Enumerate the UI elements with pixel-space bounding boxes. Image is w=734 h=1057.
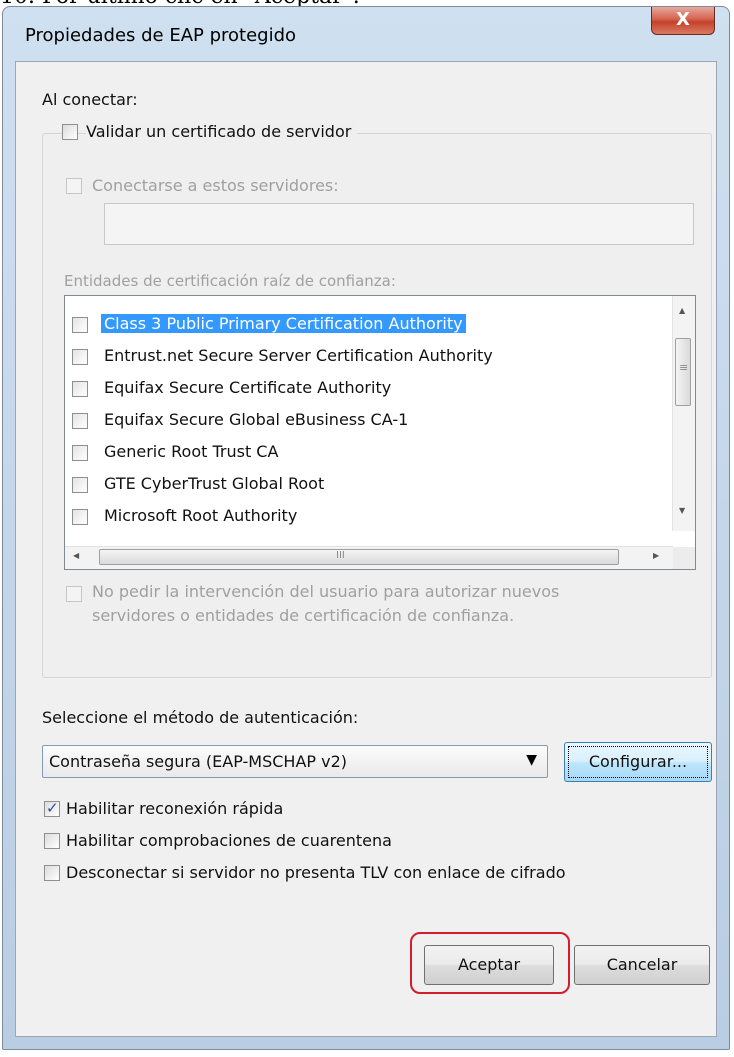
tlv-label[interactable]: Desconectar si servidor no presenta TLV … [66,863,566,882]
auth-method-value: Contraseña segura (EAP-MSCHAP v2) [49,752,348,771]
list-item[interactable]: Class 3 Public Primary Certification Aut… [65,308,655,340]
quarantine-checkbox[interactable] [44,833,60,849]
list-item[interactable]: Equifax Secure Certificate Authority [65,372,655,404]
chevron-down-icon: ▼ [526,752,537,768]
title-bar: Propiedades de EAP protegido X [3,7,729,63]
configure-button[interactable]: Configurar... [564,742,712,782]
trusted-roots-label: Entidades de certificación raíz de confi… [64,272,396,290]
validate-cert-checkbox[interactable] [62,124,78,140]
no-prompt-checkbox[interactable] [66,586,82,602]
auth-method-label: Seleccione el método de autenticación: [42,708,359,727]
trusted-roots-list[interactable]: Class 3 Public Primary Certification Aut… [64,295,696,570]
connect-servers-checkbox[interactable] [66,178,82,194]
horizontal-scrollbar[interactable]: ◀ III ▶ [65,546,673,569]
grip-icon: ≡ [679,361,689,374]
list-item-checkbox[interactable] [72,317,88,333]
list-item-label: Class 3 Public Primary Certification Aut… [101,314,466,333]
no-prompt-label-line1[interactable]: No pedir la intervención del usuario par… [92,582,559,601]
tlv-checkbox[interactable] [44,865,60,881]
cancel-button[interactable]: Cancelar [574,945,710,985]
focus-ring [568,746,708,778]
list-item-label: Generic Root Trust CA [104,442,279,461]
cancel-button-label: Cancelar [606,955,678,974]
list-item[interactable]: Entrust.net Secure Server Certification … [65,340,655,372]
list-item[interactable]: Microsoft Root Authority [65,500,655,532]
vertical-scroll-thumb[interactable]: ≡ [675,338,691,406]
grip-icon: III [336,550,345,561]
close-icon: X [676,9,690,30]
list-item-label: Entrust.net Secure Server Certification … [104,346,493,365]
window-title: Propiedades de EAP protegido [25,25,297,46]
scroll-left-icon[interactable]: ◀ [73,551,79,560]
scrollbar-corner [673,547,695,569]
highlight-ring [410,932,570,994]
close-button[interactable]: X [651,7,715,35]
scroll-down-icon[interactable]: ▼ [679,506,685,515]
list-item-checkbox[interactable] [72,477,88,493]
list-item-label: GTE CyberTrust Global Root [104,474,325,493]
list-item[interactable]: Generic Root Trust CA [65,436,655,468]
validate-cert-label[interactable]: Validar un certificado de servidor [86,122,358,141]
list-item-checkbox[interactable] [72,509,88,525]
vertical-scrollbar[interactable]: ▲ ≡ ▼ [672,296,695,531]
check-icon: ✓ [46,799,59,817]
list-item-checkbox[interactable] [72,381,88,397]
list-item-checkbox[interactable] [72,349,88,365]
list-item-checkbox[interactable] [72,445,88,461]
scroll-up-icon[interactable]: ▲ [679,306,685,315]
servers-input[interactable] [104,203,694,245]
connect-heading: Al conectar: [42,90,138,109]
scroll-right-icon[interactable]: ▶ [653,551,659,560]
list-item-checkbox[interactable] [72,413,88,429]
list-item-label: Equifax Secure Global eBusiness CA-1 [104,410,409,429]
list-item-label: Equifax Secure Certificate Authority [104,378,392,397]
fast-reconnect-label[interactable]: Habilitar reconexión rápida [66,799,283,818]
no-prompt-label-line2[interactable]: servidores o entidades de certificación … [92,606,514,625]
fast-reconnect-checkbox[interactable]: ✓ [44,799,60,817]
list-item[interactable]: Equifax Secure Global eBusiness CA-1 [65,404,655,436]
list-item-label: Microsoft Root Authority [104,506,298,525]
auth-method-dropdown[interactable]: Contraseña segura (EAP-MSCHAP v2) ▼ [42,745,548,778]
horizontal-scroll-thumb[interactable]: III [99,549,619,565]
quarantine-label[interactable]: Habilitar comprobaciones de cuarentena [66,831,392,850]
connect-servers-label[interactable]: Conectarse a estos servidores: [92,176,339,195]
list-item[interactable]: GTE CyberTrust Global Root [65,468,655,500]
